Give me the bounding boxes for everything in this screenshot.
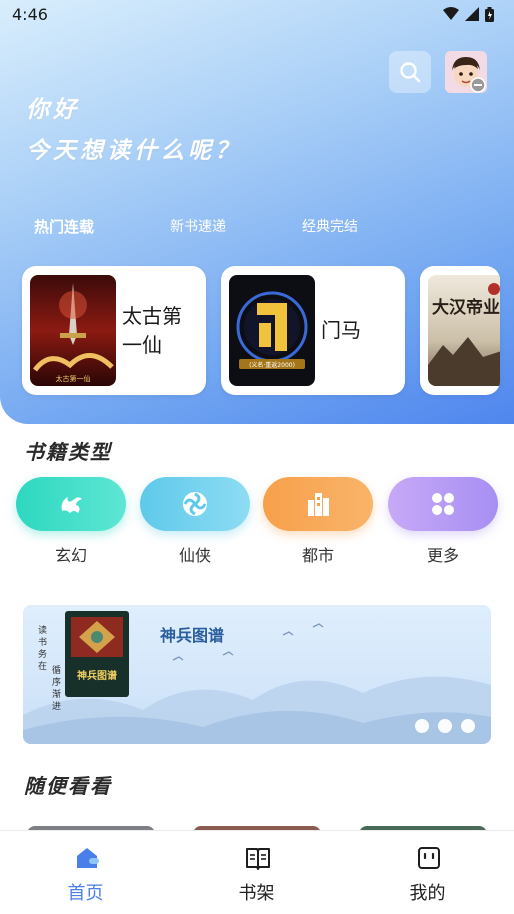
category-label: 更多: [426, 546, 459, 565]
greeting-subtitle: 今天想读什么呢？: [26, 138, 242, 164]
nav-profile-label: 我的: [409, 883, 446, 904]
pager-dot[interactable]: [415, 719, 429, 733]
avatar[interactable]: [445, 51, 487, 93]
dragon-icon: [61, 497, 82, 513]
pager-dot[interactable]: [438, 719, 452, 733]
category-dushi-button[interactable]: [263, 477, 373, 531]
category-more-button[interactable]: [388, 477, 498, 531]
book-icon: [246, 848, 270, 870]
browse-title: 随便看看: [24, 774, 112, 798]
cover-text: (义名·重返2000): [249, 361, 295, 369]
promo-banner[interactable]: 读书务在 循序渐进 神兵图谱 神兵图谱: [23, 605, 491, 744]
featured-book-card[interactable]: 大汉帝业: [420, 266, 500, 395]
category-label: 都市: [301, 546, 334, 565]
book-cover: 太古第一仙: [30, 275, 116, 386]
nav-home-label: 首页: [67, 883, 104, 904]
book-title: 太古第一仙: [122, 304, 182, 357]
book-cover: 大汉帝业: [428, 275, 500, 386]
category-label: 玄幻: [54, 546, 87, 565]
featured-book-card[interactable]: (义名·重返2000) 门马: [221, 266, 405, 395]
bottom-nav: 首页 书架 我的: [0, 830, 514, 914]
category-xianxia-button[interactable]: [140, 477, 250, 531]
status-icons: [443, 6, 494, 22]
tab-classic-finished[interactable]: 经典完结: [302, 216, 358, 236]
nav-home[interactable]: 首页: [0, 831, 171, 914]
nav-bookshelf[interactable]: 书架: [171, 831, 342, 914]
home-icon: [77, 848, 99, 868]
book-cover: (义名·重返2000): [229, 275, 315, 386]
pager-dot[interactable]: [461, 719, 475, 733]
wifi-icon: [443, 7, 459, 20]
cover-text: 太古第一仙: [56, 374, 91, 383]
greeting-title: 你好: [26, 97, 80, 123]
nav-bookshelf-label: 书架: [238, 883, 275, 904]
featured-book-card[interactable]: 太古第一仙 太古第一仙: [22, 266, 206, 395]
banner-title: 神兵图谱: [160, 626, 225, 645]
book-title: 门马: [321, 318, 361, 342]
city-icon: [308, 493, 329, 516]
cover-text: 神兵图谱: [77, 669, 117, 682]
swirl-icon: [183, 492, 207, 516]
battery-icon: [485, 6, 494, 22]
profile-icon: [418, 847, 440, 869]
status-time: 4:46: [12, 5, 48, 24]
tab-hot-serial[interactable]: 热门连载: [34, 216, 94, 237]
search-button[interactable]: [389, 51, 431, 93]
banner-side-text: 循序渐进: [50, 665, 60, 713]
banner-side-text: 读书务在: [36, 625, 46, 673]
categories-title: 书籍类型: [24, 440, 112, 464]
user-avatar-icon: [445, 51, 487, 93]
cover-text: 大汉帝业: [432, 297, 500, 318]
grid-icon: [432, 493, 454, 515]
banner-pager: [415, 719, 475, 733]
category-xuanhuan-button[interactable]: [16, 477, 126, 531]
signal-icon: [465, 7, 479, 21]
category-label: 仙侠: [178, 546, 211, 565]
nav-profile[interactable]: 我的: [342, 831, 513, 914]
tab-new-books[interactable]: 新书速递: [170, 216, 226, 236]
status-bar: 4:46: [0, 0, 514, 28]
banner-book-cover: 神兵图谱: [65, 611, 129, 697]
book-tabs: 热门连载 新书速递 经典完结: [0, 216, 514, 240]
search-icon: [400, 62, 421, 83]
